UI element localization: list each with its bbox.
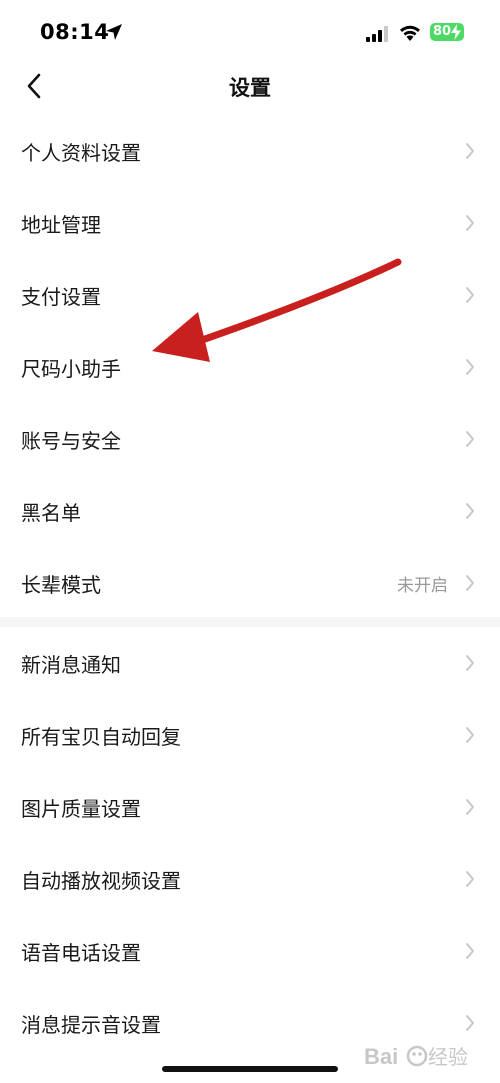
status-time: 08:14 <box>40 20 110 44</box>
chevron-right-icon <box>466 727 474 743</box>
settings-item-payment[interactable]: 支付设置 <box>0 259 500 331</box>
location-arrow-icon <box>106 24 122 40</box>
chevron-right-icon <box>466 1015 474 1031</box>
settings-item-label: 语音电话设置 <box>21 940 141 965</box>
home-indicator[interactable] <box>162 1066 338 1072</box>
settings-item-label: 长辈模式 <box>21 572 101 597</box>
chevron-right-icon <box>466 215 474 231</box>
settings-item-label: 个人资料设置 <box>21 140 141 165</box>
settings-item-label: 自动播放视频设置 <box>21 868 181 893</box>
settings-item-voice-call[interactable]: 语音电话设置 <box>0 915 500 987</box>
battery-level: 80 <box>433 24 452 39</box>
settings-item-label: 尺码小助手 <box>21 356 121 381</box>
settings-item-label: 支付设置 <box>21 284 101 309</box>
settings-item-value: 未开启 <box>397 575 448 596</box>
chevron-right-icon <box>466 287 474 303</box>
settings-item-address[interactable]: 地址管理 <box>0 187 500 259</box>
group-separator <box>0 617 500 627</box>
settings-item-label: 所有宝贝自动回复 <box>21 724 181 749</box>
status-bar: 08:14 80 <box>0 0 500 62</box>
chevron-right-icon <box>466 943 474 959</box>
baidu-watermark-logo: Bai 经验 <box>364 1044 468 1069</box>
svg-text:经验: 经验 <box>428 1045 468 1069</box>
svg-text:Bai: Bai <box>364 1044 398 1069</box>
settings-item-image-quality[interactable]: 图片质量设置 <box>0 771 500 843</box>
settings-item-profile[interactable]: 个人资料设置 <box>0 115 500 187</box>
settings-item-label: 消息提示音设置 <box>21 1012 161 1037</box>
settings-group-account: 个人资料设置 地址管理 支付设置 尺码小助手 账号与安全 黑名单 长辈模式 未开… <box>0 115 500 619</box>
charging-bolt-icon <box>451 24 461 40</box>
chevron-right-icon <box>466 575 474 591</box>
chevron-right-icon <box>466 431 474 447</box>
settings-item-label: 黑名单 <box>21 500 81 525</box>
settings-item-size-assistant[interactable]: 尺码小助手 <box>0 331 500 403</box>
settings-item-auto-reply[interactable]: 所有宝贝自动回复 <box>0 699 500 771</box>
settings-item-label: 图片质量设置 <box>21 796 141 821</box>
settings-item-notifications[interactable]: 新消息通知 <box>0 627 500 699</box>
settings-item-label: 新消息通知 <box>21 652 121 677</box>
cellular-signal-icon <box>366 26 388 42</box>
page-title: 设置 <box>229 76 271 100</box>
chevron-right-icon <box>466 655 474 671</box>
chevron-right-icon <box>466 143 474 159</box>
settings-item-blacklist[interactable]: 黑名单 <box>0 475 500 547</box>
chevron-right-icon <box>466 799 474 815</box>
settings-item-label: 账号与安全 <box>21 428 121 453</box>
settings-item-label: 地址管理 <box>21 212 101 237</box>
chevron-right-icon <box>466 503 474 519</box>
navigation-bar: 设置 <box>0 62 500 110</box>
settings-item-account-security[interactable]: 账号与安全 <box>0 403 500 475</box>
settings-item-autoplay-video[interactable]: 自动播放视频设置 <box>0 843 500 915</box>
chevron-right-icon <box>466 871 474 887</box>
wifi-icon <box>400 25 420 41</box>
settings-item-elder-mode[interactable]: 长辈模式 未开启 <box>0 547 500 619</box>
chevron-right-icon <box>466 359 474 375</box>
settings-group-general: 新消息通知 所有宝贝自动回复 图片质量设置 自动播放视频设置 语音电话设置 消息… <box>0 627 500 1059</box>
